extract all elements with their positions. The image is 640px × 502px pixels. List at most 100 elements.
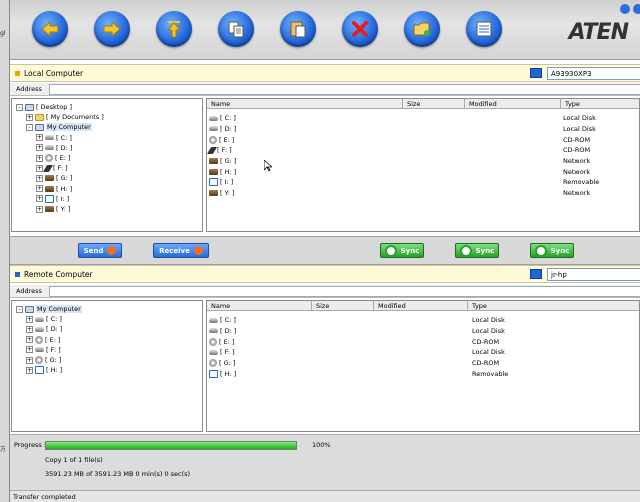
tree-item[interactable]: + [ F: ] [26, 345, 61, 355]
file-row[interactable]: [ H: ] Network [209, 167, 639, 178]
expand-icon[interactable]: + [26, 366, 33, 374]
column-name[interactable]: Name [207, 99, 403, 109]
address-label: Address [16, 85, 42, 93]
file-type: CD-ROM [472, 359, 500, 368]
tree-item[interactable]: + [ G: ] [26, 355, 61, 365]
collapse-icon[interactable]: - [16, 305, 23, 313]
local-address-bar: Address [10, 83, 640, 96]
properties-button[interactable] [466, 11, 502, 47]
remote-tree-pane[interactable]: - My Computer +[ C: ] +[ D: ] +[ E: ] +[ F: ]… [11, 300, 203, 432]
file-row[interactable]: [ F: ] Local Disk [209, 347, 639, 358]
expand-icon[interactable]: + [26, 336, 33, 344]
sync-label: Sync [475, 246, 495, 255]
send-button[interactable]: Send [78, 243, 122, 258]
expand-icon[interactable]: + [36, 154, 43, 162]
arrow-up-icon [193, 246, 203, 255]
tree-item[interactable]: - My Computer [16, 304, 82, 314]
up-folder-button[interactable] [156, 11, 192, 47]
tree-item[interactable]: + [ F: ] [36, 163, 68, 173]
forward-button[interactable] [94, 11, 130, 47]
new-folder-button[interactable] [404, 11, 440, 47]
file-name: [ C: ] [220, 114, 236, 123]
file-type: Local Disk [472, 326, 505, 335]
tree-item[interactable]: + [ H: ] [36, 184, 72, 194]
tree-item[interactable]: + [ E: ] [26, 335, 61, 345]
arrow-left-icon [41, 20, 59, 38]
sync-upload-button[interactable]: Sync [455, 243, 499, 258]
file-row[interactable]: [ D: ] Local Disk [209, 326, 639, 337]
file-row[interactable]: [ C: ] Local Disk [209, 315, 639, 326]
file-row[interactable]: [ G: ] Network [209, 156, 639, 167]
file-row[interactable]: [ C: ] Local Disk [209, 113, 639, 124]
collapse-icon[interactable]: - [26, 123, 33, 131]
collapse-icon[interactable]: - [16, 103, 23, 111]
tree-item[interactable]: + [ My Documents ] [26, 112, 104, 122]
expand-icon[interactable]: + [36, 185, 43, 193]
file-row[interactable]: [ Y: ] Network [209, 188, 639, 199]
floppy-icon [42, 164, 54, 172]
column-type[interactable]: Type [561, 99, 639, 109]
file-row[interactable]: [ G: ] CD-ROM [209, 358, 639, 369]
delete-button[interactable] [342, 11, 378, 47]
tree-item[interactable]: + [ C: ] [36, 133, 72, 143]
remote-file-list[interactable]: Name Size Modified Type [ C: ] Local Disk… [206, 300, 640, 432]
tree-item[interactable]: + [ E: ] [36, 153, 71, 163]
file-row[interactable]: [ I: ] Removable [209, 177, 639, 188]
removable-icon [35, 366, 44, 375]
file-row[interactable]: [ F: ] CD-ROM [207, 145, 639, 156]
tree-item[interactable]: + [ Y: ] [36, 204, 71, 214]
local-tree-pane[interactable]: -[ Desktop ] +[ My Documents ] - My Compute… [11, 98, 203, 232]
column-type[interactable]: Type [468, 301, 639, 311]
column-size[interactable]: Size [312, 301, 374, 311]
section-bullet-icon [15, 272, 20, 277]
tree-item[interactable]: + [ D: ] [36, 143, 72, 153]
tree-item[interactable]: + [ G: ] [36, 173, 72, 183]
file-name: [ C: ] [220, 316, 236, 325]
tree-item[interactable]: + [ C: ] [26, 314, 62, 324]
progress-label: Progress : [14, 441, 46, 449]
paste-button[interactable] [280, 11, 316, 47]
toolbar: ATEN [10, 0, 640, 60]
expand-icon[interactable]: + [36, 164, 43, 172]
sync-download-button[interactable]: Sync [380, 243, 424, 258]
column-name[interactable]: Name [207, 301, 312, 311]
expand-icon[interactable]: + [36, 174, 43, 182]
remote-computer-select[interactable]: jr-hp [547, 268, 640, 281]
expand-icon[interactable]: + [36, 144, 43, 152]
sync-both-button[interactable]: Sync [530, 243, 574, 258]
expand-icon[interactable]: + [26, 356, 33, 364]
file-row[interactable]: [ H: ] Removable [209, 369, 639, 380]
file-name: [ Y: ] [220, 189, 235, 198]
copy-button[interactable] [218, 11, 254, 47]
sync-both-icon [534, 244, 547, 257]
expand-icon[interactable]: + [26, 346, 33, 354]
expand-icon[interactable]: + [26, 315, 33, 323]
expand-icon[interactable]: + [36, 205, 43, 213]
tree-item[interactable]: + [ D: ] [26, 324, 62, 334]
minimize-icon[interactable] [620, 4, 630, 14]
expand-icon[interactable]: + [36, 195, 43, 203]
column-size[interactable]: Size [403, 99, 465, 109]
expand-icon[interactable]: + [26, 113, 33, 121]
back-button[interactable] [32, 11, 68, 47]
local-computer-select[interactable]: A93930XP3 [547, 67, 640, 80]
column-modified[interactable]: Modified [374, 301, 468, 311]
tree-item[interactable]: + [ I: ] [36, 194, 69, 204]
expand-icon[interactable]: + [36, 134, 43, 142]
receive-button[interactable]: Receive [153, 243, 209, 258]
file-row[interactable]: [ E: ] CD-ROM [209, 336, 639, 347]
tree-item[interactable]: + [ H: ] [26, 365, 62, 375]
close-window-icon[interactable] [633, 4, 640, 14]
file-row[interactable]: [ E: ] CD-ROM [209, 134, 639, 145]
expand-icon[interactable]: + [26, 325, 33, 333]
column-modified[interactable]: Modified [465, 99, 561, 109]
file-name: [ E: ] [219, 337, 235, 346]
tree-item[interactable]: - [ Desktop ] [16, 102, 72, 112]
file-name: [ D: ] [220, 124, 237, 133]
local-address-input[interactable] [49, 84, 640, 95]
network-drive-icon [45, 206, 54, 212]
tree-item[interactable]: - My Computer [26, 122, 92, 132]
file-row[interactable]: [ D: ] Local Disk [209, 124, 639, 135]
mouse-cursor-icon [264, 160, 272, 172]
remote-address-input[interactable] [49, 286, 640, 297]
